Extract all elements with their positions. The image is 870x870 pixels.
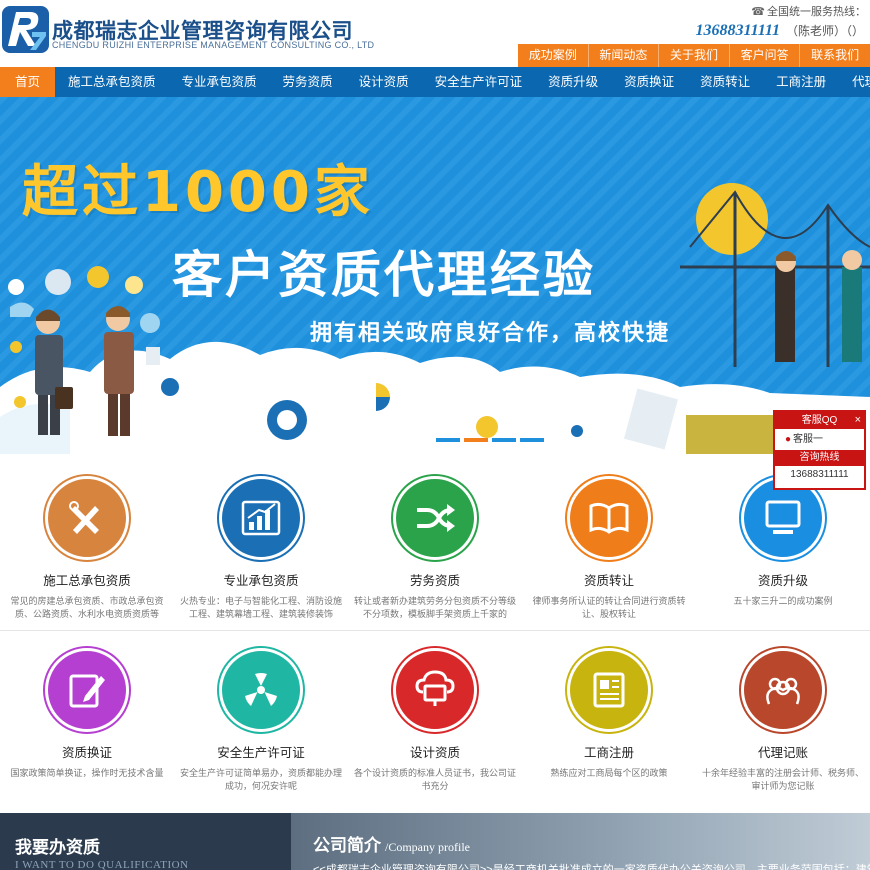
service-desc: 安全生产许可证简单易办，资质都能办理成功，何况安许呢 [179,768,342,791]
slide-indicators [436,438,544,442]
service-design[interactable]: 设计资质 各个设计资质的标准人员证书，我公司证书充分 [348,648,522,793]
service-title[interactable]: 专业承包资质 [174,570,348,589]
main-nav: 首页 施工总承包资质 专业承包资质 劳务资质 设计资质 安全生产许可证 资质升级… [0,67,870,97]
nav-design[interactable]: 设计资质 [346,67,422,97]
services-row-2: 资质换证 国家政策简单换证，操作时无技术含量 安全生产许可证 安全生产许可证简单… [0,648,870,793]
services-row-1: 施工总承包资质 常见的房建总承包资质、市政总承包资质、公路资质、水利水电资质资质… [0,476,870,621]
site-header: 成都瑞志企业管理咨询有限公司 CHENGDU RUIZHI ENTERPRISE… [0,0,870,67]
radiation-icon[interactable] [219,648,303,732]
nav-renewal[interactable]: 资质换证 [611,67,687,97]
service-title[interactable]: 工商注册 [522,742,696,761]
qualification-title: 我要办资质 [15,838,100,857]
hotline-label-text: 全国统一服务热线： [767,6,866,18]
qq-agent-label[interactable]: 客服一 [793,434,823,445]
slide-dot-active[interactable] [464,438,488,442]
newspaper-icon[interactable] [567,648,651,732]
qq-panel-title: 客服QQ [801,415,838,426]
service-general-contracting[interactable]: 施工总承包资质 常见的房建总承包资质、市政总承包资质、公路资质、水利水电资质资质… [0,476,174,621]
service-title[interactable]: 代理记账 [696,742,870,761]
service-desc: 国家政策简单换证，操作时无技术含量 [10,768,164,778]
service-title[interactable]: 安全生产许可证 [174,742,348,761]
service-desc: 各个设计资质的标准人员证书，我公司证书充分 [353,768,516,791]
service-specialty-contracting[interactable]: 专业承包资质 火热专业：电子与智能化工程、消防设施工程、建筑幕墙工程、建筑装修装… [174,476,348,621]
nav-transfer[interactable]: 资质转让 [687,67,763,97]
book-icon[interactable] [567,476,651,560]
close-icon[interactable]: × [855,412,861,429]
service-desc: 律师事务所认证的转让合同进行资质转让、股权转让 [532,596,686,619]
company-profile-title: 公司简介/Company profile [313,831,470,856]
nav-specialty-contracting[interactable]: 专业承包资质 [169,67,270,97]
section-divider [0,630,870,631]
qq-float-panel: 客服QQ × ● 客服一 咨询热线 13688311111 [773,410,866,490]
nav-business-registration[interactable]: 工商注册 [763,67,839,97]
service-desc: 常见的房建总承包资质、市政总承包资质、公路资质、水利水电资质资质等 [10,596,164,619]
service-title[interactable]: 设计资质 [348,742,522,761]
shuffle-icon[interactable] [393,476,477,560]
service-business-registration[interactable]: 工商注册 熟练应对工商局每个区的政策 [522,648,696,793]
edit-icon[interactable] [45,648,129,732]
hero-banner[interactable]: 超过1000家 客户资质代理经验 拥有相关政府良好合作，高校快捷 [0,97,870,454]
subnav-faq[interactable]: 客户问答 [728,44,800,67]
nav-upgrade[interactable]: 资质升级 [535,67,611,97]
service-desc: 熟练应对工商局每个区的政策 [550,768,668,778]
service-desc: 转让或者新办建筑劳务分包资质不分等级不分项数，模板脚手架资质上千家的 [353,596,516,619]
nav-general-contracting[interactable]: 施工总承包资质 [55,67,169,97]
bar-chart-icon[interactable] [219,476,303,560]
qq-agent-link[interactable]: ● 客服一 [775,429,864,450]
service-upgrade[interactable]: 资质升级 五十家三升二的成功案例 [696,476,870,621]
service-renewal[interactable]: 资质换证 国家政策简单换证，操作时无技术含量 [0,648,174,793]
qq-hotline-number: 13688311111 [790,469,849,480]
nav-bookkeeping[interactable]: 代理记账 [839,67,870,97]
qualification-block[interactable]: 我要办资质 I WANT TO DO QUALIFICATION [0,813,291,870]
phone-icon: ☎ [751,6,765,18]
service-safety-license[interactable]: 安全生产许可证 安全生产许可证简单易办，资质都能办理成功，何况安许呢 [174,648,348,793]
company-profile-text: <<成都瑞志企业管理咨询有限公司>>是经工商机关批准成立的一家资质代办公关咨询公… [313,864,870,870]
penguin-icon: ● [785,434,792,445]
service-title[interactable]: 施工总承包资质 [0,570,174,589]
service-title[interactable]: 资质转让 [522,570,696,589]
hotline-number: 13688311111 [695,22,780,39]
service-title[interactable]: 资质换证 [0,742,174,761]
company-profile-heading: 公司简介 [313,836,381,855]
qualification-subtitle: I WANT TO DO QUALIFICATION [15,859,189,870]
slide-dot[interactable] [492,438,516,442]
qq-hotline-title: 咨询热线 [775,450,864,466]
banner-tagline: 拥有相关政府良好合作，高校快捷 [310,321,671,346]
banner-subheadline: 客户资质代理经验 [172,246,596,304]
service-desc: 五十家三升二的成功案例 [733,596,833,606]
service-transfer[interactable]: 资质转让 律师事务所认证的转让合同进行资质转让、股权转让 [522,476,696,621]
slide-dot[interactable] [436,438,460,442]
nav-safety-license[interactable]: 安全生产许可证 [422,67,536,97]
service-title[interactable]: 劳务资质 [348,570,522,589]
tools-icon[interactable] [45,476,129,560]
service-title[interactable]: 资质升级 [696,570,870,589]
banner-headline: 超过1000家 [22,160,374,225]
nav-labor[interactable]: 劳务资质 [270,67,346,97]
service-bookkeeping[interactable]: 代理记账 十余年经验丰富的注册会计师、税务师、审计师为您记账 [696,648,870,793]
hotline-contact: （陈老师）（） [785,24,864,38]
slide-dot[interactable] [520,438,544,442]
service-labor[interactable]: 劳务资质 转让或者新办建筑劳务分包资质不分等级不分项数，模板脚手架资质上千家的 [348,476,522,621]
subnav-contact[interactable]: 联系我们 [799,44,870,67]
hotline: 13688311111 （陈老师）（） [696,22,864,40]
subnav-about[interactable]: 关于我们 [658,44,729,67]
subnav-cases[interactable]: 成功案例 [518,44,588,67]
subnav-news[interactable]: 新闻动态 [587,44,659,67]
cloud-computer-icon[interactable] [393,648,477,732]
top-subnav: 成功案例 新闻动态 关于我们 客户问答 联系我们 [518,44,870,67]
nav-home[interactable]: 首页 [0,67,56,97]
company-name-en: CHENGDU RUIZHI ENTERPRISE MANAGEMENT CON… [52,40,375,50]
hotline-label: ☎ 全国统一服务热线： [751,3,866,19]
qq-panel-header: 客服QQ × [775,412,864,429]
company-profile-subtitle: /Company profile [385,840,470,854]
company-profile-block: 公司简介/Company profile <<成都瑞志企业管理咨询有限公司>>是… [291,813,870,870]
service-desc: 十余年经验丰富的注册会计师、税务师、审计师为您记账 [701,768,864,791]
company-logo[interactable] [2,6,49,53]
service-desc: 火热专业：电子与智能化工程、消防设施工程、建筑幕墙工程、建筑装修装饰 [179,596,342,619]
group-icon[interactable] [741,648,825,732]
